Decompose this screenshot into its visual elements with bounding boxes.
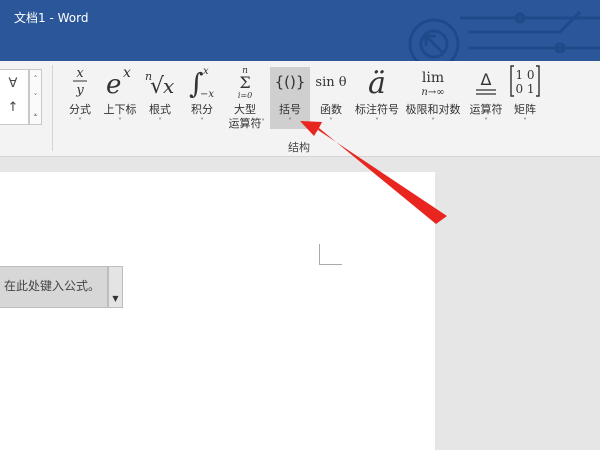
equation-placeholder[interactable]: 在此处键入公式。: [4, 277, 100, 294]
radical-icon: n √ x: [144, 63, 176, 99]
limit-bottom: n→∞: [421, 87, 444, 98]
function-glyph: sin θ: [315, 75, 346, 90]
symbol-for-all[interactable]: ∀: [0, 74, 26, 93]
matrix-row-2: 0 1: [515, 82, 534, 96]
limit-log-label: 极限和对数: [405, 103, 461, 116]
operator-chevron-icon: ˅: [484, 117, 488, 126]
large-operator-icon: n Σ i=0: [231, 63, 259, 99]
circuit-decoration-icon: [408, 10, 600, 61]
radical-chevron-icon: ˅: [158, 117, 162, 126]
gallery-more-button[interactable]: ⩡: [30, 106, 41, 124]
ribbon-separator: [52, 65, 53, 151]
bracket-glyph: {()}: [275, 73, 306, 91]
integral-label: 积分: [191, 103, 213, 116]
large-operator-chevron-icon: ˅: [261, 118, 265, 127]
fraction-numerator: x: [76, 66, 84, 81]
fraction-denominator: y: [75, 83, 84, 98]
sum-lower-limit: i=0: [238, 91, 252, 99]
function-label: 函数: [320, 103, 342, 116]
fraction-icon: x y: [66, 63, 94, 99]
limit-icon: lim n→∞: [406, 63, 460, 99]
sum-sign: Σ: [239, 73, 250, 92]
matrix-label: 矩阵: [514, 103, 536, 116]
equation-dropdown-icon: ▼: [112, 294, 119, 303]
document-page[interactable]: [0, 172, 435, 450]
script-superscript: x: [123, 65, 131, 81]
script-label: 上下标: [103, 103, 137, 116]
large-operator-label: 大型: [234, 103, 256, 116]
accent-icon: ä: [355, 63, 399, 99]
accent-label: 标注符号: [355, 103, 399, 116]
operator-icon: Δ: [468, 63, 504, 99]
matrix-icon: 1 0 0 1: [509, 63, 541, 99]
integral-upper-limit: x: [203, 66, 209, 77]
function-chevron-icon: ˅: [329, 117, 333, 126]
matrix-chevron-icon: ˅: [523, 117, 527, 126]
integral-icon: ∫ x −x: [187, 63, 217, 99]
fraction-label: 分式: [69, 103, 91, 116]
limit-log-chevron-icon: ˅: [431, 117, 435, 126]
script-icon: e x: [102, 63, 138, 99]
operator-sign: Δ: [481, 70, 492, 89]
fraction-chevron-icon: ˅: [78, 117, 82, 126]
symbol-up-arrow[interactable]: ↑: [0, 98, 26, 117]
script-base: e: [106, 70, 121, 99]
integral-lower-limit: −x: [200, 89, 214, 99]
bracket-chevron-icon: ˅: [288, 117, 292, 126]
limit-top: lim: [422, 70, 444, 86]
title-bar: 文档1 - Word: [0, 0, 600, 61]
gallery-scrollbar[interactable]: ˄ ˅ ⩡: [29, 69, 42, 125]
symbols-gallery: ∀ ↑: [0, 69, 29, 125]
equation-ribbon: ∀ ↑ ˄ ˅ ⩡ x y 分式 ˅ e x 上下标 ˅ n √ x 根式 ˅ …: [0, 61, 600, 157]
gallery-scroll-down-button[interactable]: ˅: [30, 88, 41, 106]
accent-glyph: ä: [368, 66, 386, 99]
integral-chevron-icon: ˅: [200, 117, 204, 126]
equation-options-button[interactable]: ▼: [108, 266, 123, 308]
equation-box[interactable]: 在此处键入公式。: [0, 266, 108, 308]
function-icon: sin θ: [314, 63, 348, 99]
page-corner-mark: [319, 244, 342, 265]
radical-body: x: [163, 74, 174, 98]
structures-group-label: 结构: [288, 141, 310, 154]
script-chevron-icon: ˅: [118, 117, 122, 126]
matrix-row-1: 1 0: [515, 68, 534, 82]
bracket-icon: {()}: [270, 63, 310, 99]
accent-chevron-icon: ˅: [375, 117, 379, 126]
radical-label: 根式: [149, 103, 171, 116]
gallery-scroll-up-button[interactable]: ˄: [30, 70, 41, 88]
